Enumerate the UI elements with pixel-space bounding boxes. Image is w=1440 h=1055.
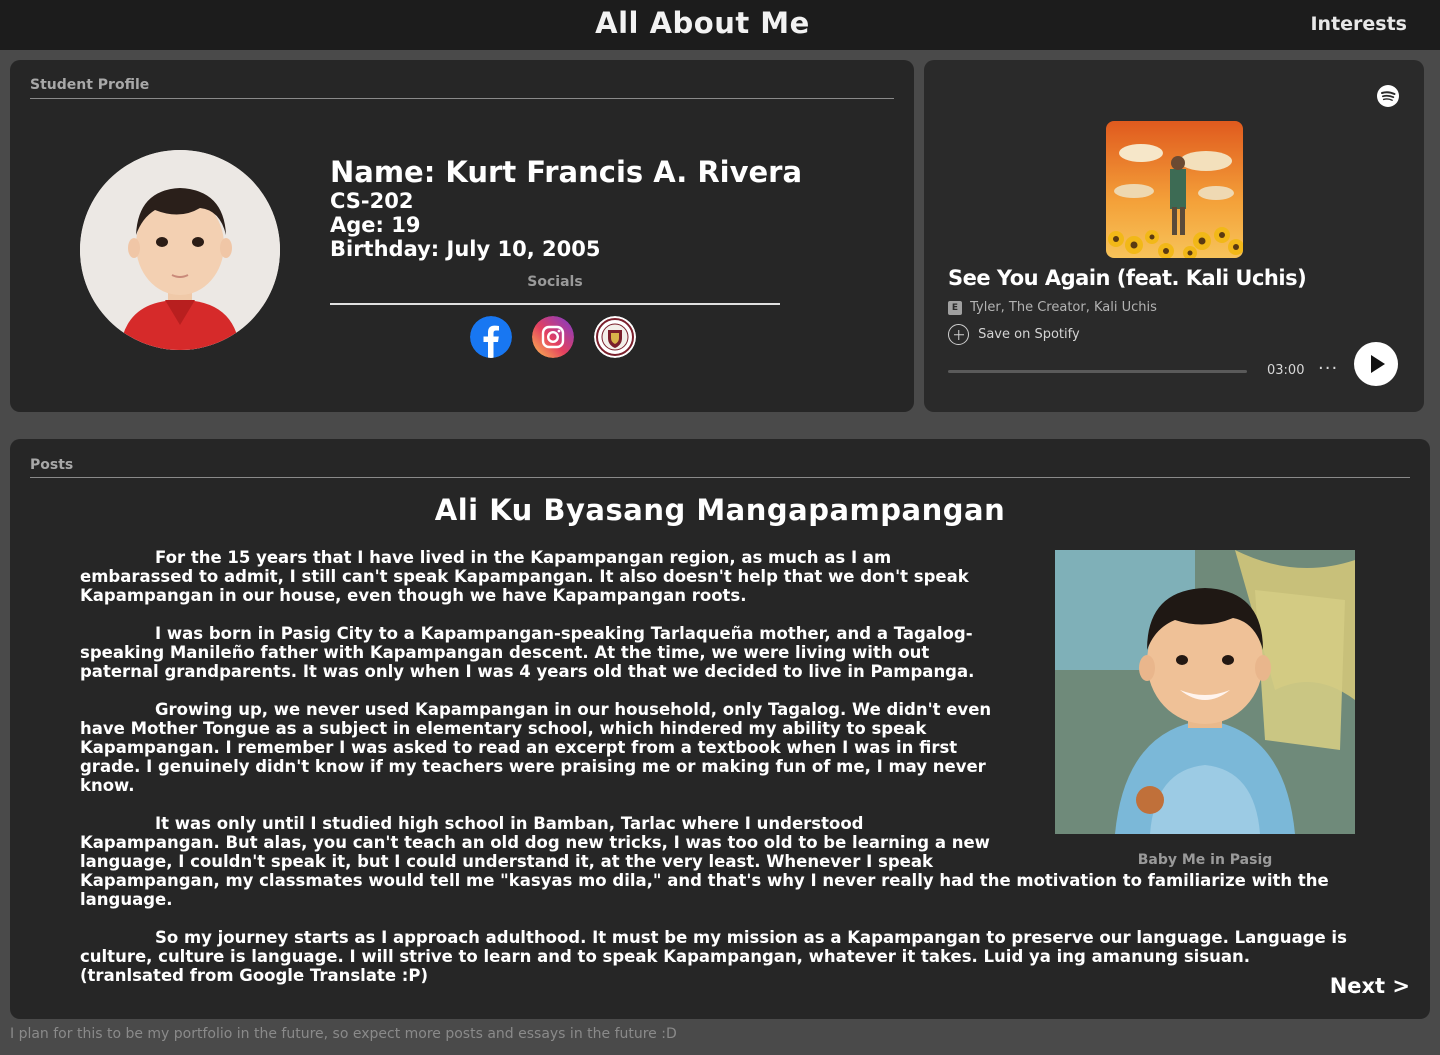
post-body: Baby Me in Pasig For the 15 years that I… bbox=[80, 548, 1355, 1004]
socials-divider bbox=[330, 303, 780, 305]
post-paragraph: So my journey starts as I approach adult… bbox=[80, 928, 1347, 985]
album-art[interactable] bbox=[1106, 121, 1243, 258]
track-artists[interactable]: Tyler, The Creator, Kali Uchis bbox=[970, 300, 1157, 315]
site-title: All About Me bbox=[595, 6, 810, 40]
nav-interests-link[interactable]: Interests bbox=[1310, 13, 1407, 35]
post-photo bbox=[1055, 550, 1355, 834]
profile-info: Name: Kurt Francis A. Rivera CS-202 Age:… bbox=[330, 155, 803, 261]
footer-note: I plan for this to be my portfolio in th… bbox=[10, 1026, 677, 1042]
track-title[interactable]: See You Again (feat. Kali Uchis) bbox=[948, 266, 1307, 290]
next-post-link[interactable]: Next > bbox=[1330, 974, 1410, 998]
track-duration: 03:00 bbox=[1267, 363, 1305, 378]
school-seal-icon[interactable] bbox=[594, 316, 636, 358]
playback-progress-bar[interactable] bbox=[948, 370, 1247, 373]
section-label-student-profile: Student Profile bbox=[30, 77, 150, 93]
section-label-posts: Posts bbox=[30, 457, 74, 473]
spotify-logo-icon[interactable] bbox=[1377, 85, 1399, 107]
top-bar: All About Me Interests bbox=[0, 0, 1440, 50]
profile-name: Name: Kurt Francis A. Rivera bbox=[330, 155, 803, 189]
photo-caption: Baby Me in Pasig bbox=[1137, 852, 1273, 868]
profile-age: Age: 19 bbox=[330, 213, 421, 237]
profile-section: CS-202 bbox=[330, 189, 414, 213]
posts-card: Posts Ali Ku Byasang Mangapampangan Baby… bbox=[10, 439, 1430, 1019]
instagram-icon[interactable] bbox=[532, 316, 574, 358]
facebook-icon[interactable] bbox=[470, 316, 512, 358]
save-on-spotify-button[interactable]: Save on Spotify bbox=[948, 324, 1080, 346]
section-divider bbox=[30, 477, 1410, 478]
profile-avatar bbox=[80, 150, 280, 350]
avatar-photo bbox=[80, 150, 280, 350]
socials-label: Socials bbox=[527, 274, 583, 290]
post-title: Ali Ku Byasang Mangapampangan bbox=[434, 493, 1006, 527]
student-profile-card: Student Profile Name: Kurt Francis A. Ri… bbox=[10, 60, 914, 412]
profile-birthday: Birthday: July 10, 2005 bbox=[330, 237, 601, 261]
save-on-spotify-label: Save on Spotify bbox=[978, 327, 1080, 342]
add-circle-icon bbox=[948, 324, 969, 345]
post-figure: Baby Me in Pasig bbox=[1055, 550, 1355, 870]
more-options-button[interactable]: ··· bbox=[1318, 358, 1338, 379]
explicit-badge: E bbox=[948, 300, 962, 315]
play-button[interactable] bbox=[1354, 342, 1398, 386]
spotify-embed-card: See You Again (feat. Kali Uchis) E Tyler… bbox=[924, 60, 1424, 412]
section-divider bbox=[30, 98, 894, 99]
track-artist-row: E Tyler, The Creator, Kali Uchis bbox=[948, 297, 1157, 315]
